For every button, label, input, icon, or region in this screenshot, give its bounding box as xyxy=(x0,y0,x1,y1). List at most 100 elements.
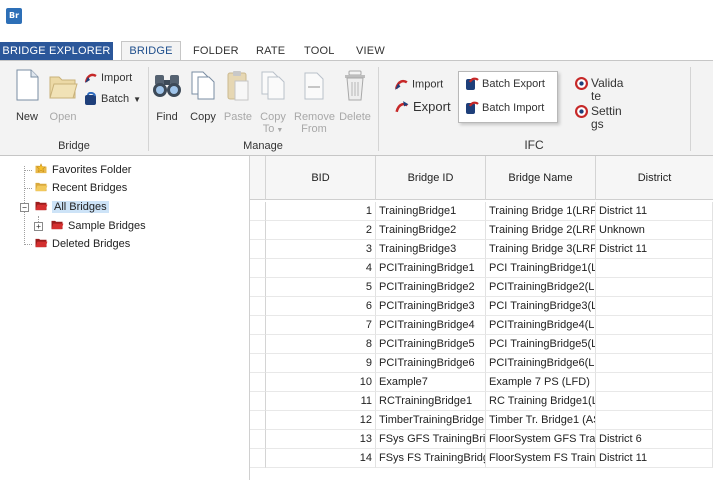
copy-button[interactable]: Copy xyxy=(188,69,218,123)
table-row[interactable]: 4 PCITrainingBridge1 PCI TrainingBridge1(L… xyxy=(250,259,713,278)
import-icon xyxy=(394,79,408,90)
table-row[interactable]: 10 Example7 Example 7 PS (LFD) xyxy=(250,373,713,392)
tab-rate[interactable]: RATE xyxy=(256,42,285,60)
open-button[interactable]: Open xyxy=(48,69,78,123)
column-header-district[interactable]: District xyxy=(596,156,713,200)
table-row[interactable]: 5 PCITrainingBridge2 PCITrainingBridge2(LR xyxy=(250,278,713,297)
row-header[interactable] xyxy=(250,430,266,449)
table-row[interactable]: 14 FSys FS TrainingBridge FloorSystem FS T… xyxy=(250,449,713,468)
cell-bid: 5 xyxy=(266,278,376,297)
batch-button[interactable]: Batch ▼ xyxy=(84,92,141,106)
batch-export-item[interactable]: Batch Export xyxy=(465,77,545,91)
new-label: New xyxy=(15,111,38,123)
ifc-export-label: Export xyxy=(413,99,451,114)
row-header[interactable] xyxy=(250,278,266,297)
table-row[interactable]: 13 FSys GFS TrainingBridg FloorSystem GFS … xyxy=(250,430,713,449)
column-header-bridge-id[interactable]: Bridge ID xyxy=(376,156,486,200)
tab-bridge[interactable]: BRIDGE xyxy=(121,41,181,61)
table-row[interactable]: 2 TrainingBridge2 Training Bridge 2(LRFD Un… xyxy=(250,221,713,240)
row-header[interactable] xyxy=(250,202,266,221)
column-header-bridge-name[interactable]: Bridge Name xyxy=(486,156,596,200)
ifc-export-button[interactable]: Export xyxy=(394,99,451,115)
validate-icon xyxy=(575,77,588,90)
table-row[interactable]: 3 TrainingBridge3 Training Bridge 3(LRFD Di… xyxy=(250,240,713,259)
cell-district xyxy=(596,373,713,392)
row-header[interactable] xyxy=(250,373,266,392)
tab-bridge-explorer[interactable]: BRIDGE EXPLORER xyxy=(0,42,113,62)
table-row[interactable]: 11 RCTrainingBridge1 RC Training Bridge1(L… xyxy=(250,392,713,411)
tree-item-recent-bridges[interactable]: Recent Bridges xyxy=(34,180,127,196)
settings-button[interactable]: Settin gs xyxy=(575,105,622,131)
remove-from-icon xyxy=(304,72,324,100)
row-header[interactable] xyxy=(250,297,266,316)
cell-bridge-id: TrainingBridge2 xyxy=(376,221,486,240)
tree-item-deleted-bridges[interactable]: Deleted Bridges xyxy=(34,236,130,252)
batch-label: Batch xyxy=(101,92,130,105)
cell-bridge-id: PCITrainingBridge1 xyxy=(376,259,486,278)
cell-bridge-name: Timber Tr. Bridge1 (AS xyxy=(486,411,596,430)
open-label: Open xyxy=(49,111,77,123)
bridge-group-label: Bridge xyxy=(58,140,90,152)
tree-expand-icon[interactable]: + xyxy=(34,222,43,231)
cell-bid: 8 xyxy=(266,335,376,354)
column-header-bid[interactable]: BID xyxy=(266,156,376,200)
new-document-icon xyxy=(16,69,39,101)
batch-dropdown-menu: Batch Export Batch Import xyxy=(458,71,558,123)
tree-item-label: Recent Bridges xyxy=(52,182,128,194)
new-button[interactable]: New xyxy=(14,69,40,123)
tree-item-all-bridges[interactable]: All Bridges xyxy=(34,199,109,215)
ifc-import-button[interactable]: Import xyxy=(394,77,443,92)
red-folder-icon xyxy=(51,220,64,230)
bridge-import-button[interactable]: Import xyxy=(84,71,132,85)
batch-import-item[interactable]: Batch Import xyxy=(465,101,544,115)
table-row[interactable]: 9 PCITrainingBridge6 PCITrainingBridge6(LR xyxy=(250,354,713,373)
cell-bridge-name: FloorSystem GFS Trair xyxy=(486,430,596,449)
find-label: Find xyxy=(156,111,178,123)
find-button[interactable]: Find xyxy=(152,69,182,123)
row-header[interactable] xyxy=(250,411,266,430)
batch-icon xyxy=(85,92,96,105)
tree-item-sample-bridges[interactable]: Sample Bridges xyxy=(50,218,146,234)
tab-view[interactable]: VIEW xyxy=(356,42,385,60)
cell-bid: 7 xyxy=(266,316,376,335)
row-header[interactable] xyxy=(250,259,266,278)
remove-from-label-1: Remove xyxy=(294,111,335,123)
cell-bid: 3 xyxy=(266,240,376,259)
table-row[interactable]: 7 PCITrainingBridge4 PCITrainingBridge4(LR xyxy=(250,316,713,335)
row-header[interactable] xyxy=(250,449,266,468)
row-header[interactable] xyxy=(250,221,266,240)
cell-bridge-id: PCITrainingBridge4 xyxy=(376,316,486,335)
remove-from-button[interactable]: Remove From xyxy=(294,69,335,135)
tree-item-favorites[interactable]: Favorites Folder xyxy=(34,162,131,178)
cell-bridge-name: PCITrainingBridge6(LR xyxy=(486,354,596,373)
copy-to-button[interactable]: Copy To ▼ xyxy=(258,69,288,137)
chevron-down-icon: ▼ xyxy=(133,94,142,104)
row-header[interactable] xyxy=(250,316,266,335)
cell-bid: 11 xyxy=(266,392,376,411)
table-row[interactable]: 8 PCITrainingBridge5 PCI TrainingBridge5(L… xyxy=(250,335,713,354)
open-folder-icon xyxy=(49,76,78,99)
paste-label: Paste xyxy=(223,111,253,123)
paste-button[interactable]: Paste xyxy=(223,69,253,123)
table-row[interactable]: 1 TrainingBridge1 Training Bridge 1(LRFD Di… xyxy=(250,202,713,221)
row-header[interactable] xyxy=(250,240,266,259)
cell-bridge-name: PCITrainingBridge4(LR xyxy=(486,316,596,335)
batch-export-label: Batch Export xyxy=(482,77,545,90)
row-header[interactable] xyxy=(250,335,266,354)
row-header[interactable] xyxy=(250,392,266,411)
delete-button[interactable]: Delete xyxy=(337,69,373,123)
app-icon: Br xyxy=(6,8,22,24)
cell-bridge-name: Training Bridge 2(LRFD xyxy=(486,221,596,240)
table-row[interactable]: 6 PCITrainingBridge3 PCI TrainingBridge3(L… xyxy=(250,297,713,316)
table-row[interactable]: 12 TimberTrainingBridge Timber Tr. Bridge1… xyxy=(250,411,713,430)
cell-bridge-name: Training Bridge 3(LRFD xyxy=(486,240,596,259)
tab-tool[interactable]: TOOL xyxy=(304,42,335,60)
validate-button[interactable]: Valida te xyxy=(575,77,623,103)
settings-label-2: gs xyxy=(591,117,604,131)
row-header[interactable] xyxy=(250,354,266,373)
copy-to-icon xyxy=(261,71,285,100)
tab-folder[interactable]: FOLDER xyxy=(193,42,239,60)
bridge-import-label: Import xyxy=(101,71,133,84)
cell-district xyxy=(596,278,713,297)
tree-collapse-icon[interactable]: − xyxy=(20,203,29,212)
